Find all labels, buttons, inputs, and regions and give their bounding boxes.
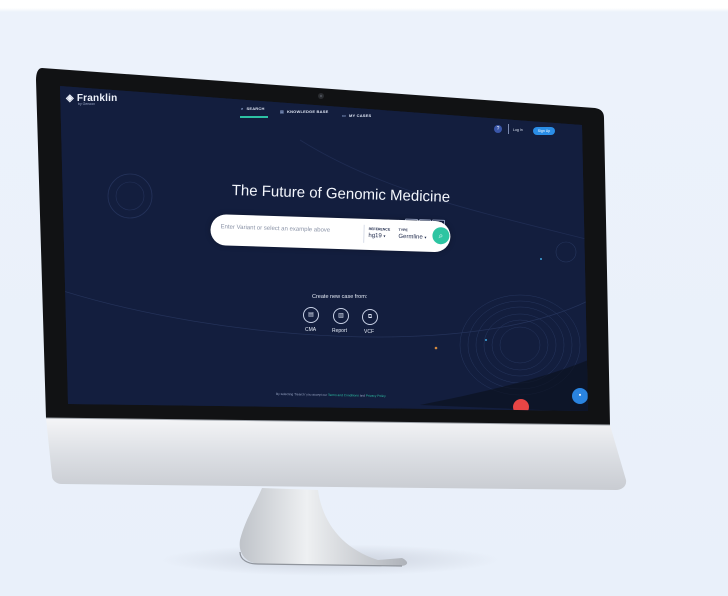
help-button[interactable]: ? [494, 125, 502, 133]
chevron-down-icon: ▾ [383, 233, 386, 239]
tab-search[interactable]: ⌕ SEARCH [241, 106, 265, 111]
type-value: Germline [398, 233, 423, 241]
brand-subtitle: by Genoox [78, 102, 95, 106]
type-select[interactable]: Germline ▾ [398, 234, 426, 241]
dna-icon: ◈ [66, 93, 77, 104]
nav-separator [508, 124, 509, 134]
create-case-title: Create new case from: [312, 294, 368, 300]
source-vcf-label: VCF [364, 329, 374, 335]
tab-search-label: SEARCH [246, 106, 265, 111]
report-icon: ▥ [333, 308, 349, 324]
tab-my-cases-label: MY CASES [348, 113, 372, 118]
tab-knowledge-base-label: KNOWLEDGE BASE [286, 109, 329, 114]
document-icon: ▤ [303, 307, 319, 323]
search-input[interactable]: Enter Variant or select an example above [220, 224, 330, 233]
tab-my-cases[interactable]: ▭ MY CASES [342, 113, 371, 118]
privacy-link[interactable]: Privacy Policy [366, 394, 386, 398]
reference-label: REFERENCE [368, 226, 391, 232]
source-report[interactable]: ▥ Report [332, 308, 349, 334]
source-cma-label: CMA [305, 327, 317, 333]
tab-knowledge-base[interactable]: ▤ KNOWLEDGE BASE [280, 109, 328, 114]
chevron-down-icon: ▾ [424, 234, 427, 240]
search-icon: ⌕ [438, 231, 444, 241]
search-button[interactable]: ⌕ [432, 226, 450, 245]
search-divider [363, 224, 365, 243]
terms-link[interactable]: Terms and Conditions [328, 393, 359, 398]
source-vcf[interactable]: ⧉ VCF [362, 309, 378, 335]
type-label: TYPE [398, 227, 408, 233]
source-cma[interactable]: ▤ CMA [303, 307, 319, 333]
active-tab-indicator [240, 116, 268, 118]
folder-icon: ▭ [342, 113, 346, 118]
source-report-label: Report [332, 328, 348, 334]
book-icon: ▤ [280, 109, 284, 114]
reference-select[interactable]: hg19 ▾ [368, 233, 385, 240]
page-background: ◈ Franklin by Genoox ⌕ SEARCH ▤ KNOWLEDGE … [0, 0, 728, 596]
login-link[interactable]: Log In [513, 128, 523, 132]
chat-icon: ▪ [578, 392, 582, 399]
chat-button[interactable]: ▪ [572, 388, 588, 404]
help-icon: ? [496, 126, 500, 132]
search-icon: ⌕ [241, 106, 244, 111]
files-icon: ⧉ [362, 309, 378, 325]
signup-button[interactable]: Sign Up [533, 127, 555, 135]
reference-value: hg19 [368, 232, 382, 240]
